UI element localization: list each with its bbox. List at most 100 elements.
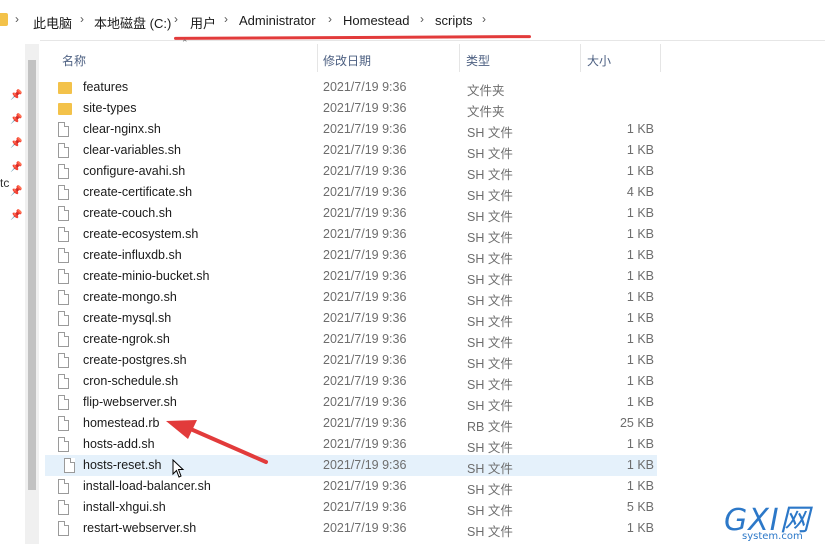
file-date-modified: 2021/7/19 9:36 [323,353,407,367]
breadcrumb-users[interactable]: 用户 [190,13,216,32]
file-name: create-ngrok.sh [83,332,170,346]
column-header-size[interactable]: 大小 [587,52,611,69]
file-date-modified: 2021/7/19 9:36 [323,122,407,136]
file-size: 1 KB [626,395,654,409]
file-row[interactable]: create-postgres.sh 2021/7/19 9:36 SH 文件 1 K… [58,350,658,371]
file-date-modified: 2021/7/19 9:36 [323,101,407,115]
file-type: SH 文件 [467,315,513,329]
file-icon [58,500,69,515]
folder-icon [0,13,8,26]
nav-item-cut-text[interactable]: tc [0,176,9,190]
file-size: 1 KB [626,122,654,136]
file-size: 1 KB [626,353,654,367]
file-size: 25 KB [619,416,654,430]
file-date-modified: 2021/7/19 9:36 [323,395,407,409]
file-icon [58,164,69,179]
folder-icon [58,82,72,94]
breadcrumb-homestead[interactable]: Homestead [343,13,409,28]
column-header-name[interactable]: 名称 [62,52,86,69]
mouse-cursor-icon [172,459,185,478]
breadcrumb-scripts[interactable]: scripts [435,13,473,28]
file-row[interactable]: homestead.rb 2021/7/19 9:36 RB 文件 25 KB [58,413,658,434]
file-row[interactable]: create-ngrok.sh 2021/7/19 9:36 SH 文件 1 KB [58,329,658,350]
column-header-date[interactable]: 修改日期 [323,52,371,69]
file-date-modified: 2021/7/19 9:36 [323,416,407,430]
file-row[interactable]: site-types 2021/7/19 9:36 文件夹 [58,98,658,119]
file-name: install-load-balancer.sh [83,479,211,493]
file-icon [58,227,69,242]
file-row[interactable]: create-mysql.sh 2021/7/19 9:36 SH 文件 1 KB [58,308,658,329]
file-icon [58,311,69,326]
chevron-right-icon[interactable]: › [224,12,228,26]
file-row[interactable]: create-couch.sh 2021/7/19 9:36 SH 文件 1 KB [58,203,658,224]
file-type: SH 文件 [467,273,513,287]
file-size: 1 KB [626,458,654,472]
file-icon [58,290,69,305]
file-icon [58,353,69,368]
nav-scrollbar-thumb[interactable] [28,60,36,490]
column-header-type[interactable]: 类型 [466,52,490,69]
file-type: SH 文件 [467,378,513,392]
file-row[interactable]: cron-schedule.sh 2021/7/19 9:36 SH 文件 1 KB [58,371,658,392]
file-type: SH 文件 [467,336,513,350]
file-size: 1 KB [626,311,654,325]
file-name: create-certificate.sh [83,185,193,199]
file-icon [58,185,69,200]
column-divider[interactable] [660,44,661,72]
file-row[interactable]: clear-variables.sh 2021/7/19 9:36 SH 文件 1 K… [58,140,658,161]
file-size: 5 KB [626,500,654,514]
breadcrumb-local-disk[interactable]: 本地磁盘 (C:) [94,13,171,32]
chevron-right-icon[interactable]: › [482,12,486,26]
file-size: 1 KB [626,437,654,451]
red-underline-annotation [173,35,532,40]
address-bar[interactable]: › 此电脑 › 本地磁盘 (C:) › 用户 › Administrator ›… [0,0,825,41]
file-row[interactable]: clear-nginx.sh 2021/7/19 9:36 SH 文件 1 KB [58,119,658,140]
file-name: create-influxdb.sh [83,248,182,262]
file-row[interactable]: hosts-reset.sh 2021/7/19 9:36 SH 文件 1 KB [45,455,657,476]
breadcrumb-administrator[interactable]: Administrator [239,13,316,28]
column-divider[interactable] [459,44,460,72]
file-name: create-mysql.sh [83,311,172,325]
file-row[interactable]: create-minio-bucket.sh 2021/7/19 9:36 SH 文… [58,266,658,287]
file-row[interactable]: configure-avahi.sh 2021/7/19 9:36 SH 文件 1 K… [58,161,658,182]
file-name: features [83,80,129,94]
file-row[interactable]: flip-webserver.sh 2021/7/19 9:36 SH 文件 1 KB [58,392,658,413]
file-size: 1 KB [626,227,654,241]
pin-icon: 📌 [10,114,23,125]
file-date-modified: 2021/7/19 9:36 [323,479,407,493]
file-row[interactable]: features 2021/7/19 9:36 文件夹 [58,77,658,98]
file-date-modified: 2021/7/19 9:36 [323,458,407,472]
file-row[interactable]: create-ecosystem.sh 2021/7/19 9:36 SH 文件 1 … [58,224,658,245]
file-size: 1 KB [626,248,654,262]
file-row[interactable]: create-certificate.sh 2021/7/19 9:36 SH 文件… [58,182,658,203]
file-type: SH 文件 [467,126,513,140]
file-name: create-postgres.sh [83,353,187,367]
chevron-right-icon[interactable]: › [328,12,332,26]
file-name: install-xhgui.sh [83,500,166,514]
file-name: flip-webserver.sh [83,395,177,409]
column-divider[interactable] [580,44,581,72]
sort-ascending-icon: ⌃ [181,38,189,48]
file-row[interactable]: create-influxdb.sh 2021/7/19 9:36 SH 文件 1 K… [58,245,658,266]
file-row[interactable]: create-mongo.sh 2021/7/19 9:36 SH 文件 1 KB [58,287,658,308]
file-row[interactable]: restart-webserver.sh 2021/7/19 9:36 SH 文件 1… [58,518,658,539]
file-row[interactable]: install-load-balancer.sh 2021/7/19 9:36 SH… [58,476,658,497]
pin-icon: 📌 [10,138,23,149]
chevron-right-icon[interactable]: › [420,12,424,26]
file-date-modified: 2021/7/19 9:36 [323,332,407,346]
file-icon [58,479,69,494]
chevron-right-icon[interactable]: › [80,12,84,26]
breadcrumb-this-pc[interactable]: 此电脑 [33,13,72,32]
file-name: hosts-add.sh [83,437,155,451]
file-type: SH 文件 [467,210,513,224]
folder-icon [58,103,72,115]
file-type: SH 文件 [467,483,513,497]
file-size: 1 KB [626,290,654,304]
file-type: 文件夹 [467,84,505,98]
file-size: 4 KB [626,185,654,199]
file-row[interactable]: install-xhgui.sh 2021/7/19 9:36 SH 文件 5 KB [58,497,658,518]
file-row[interactable]: hosts-add.sh 2021/7/19 9:36 SH 文件 1 KB [58,434,658,455]
chevron-right-icon[interactable]: › [174,12,178,26]
file-size: 1 KB [626,521,654,535]
column-divider[interactable] [317,44,318,72]
